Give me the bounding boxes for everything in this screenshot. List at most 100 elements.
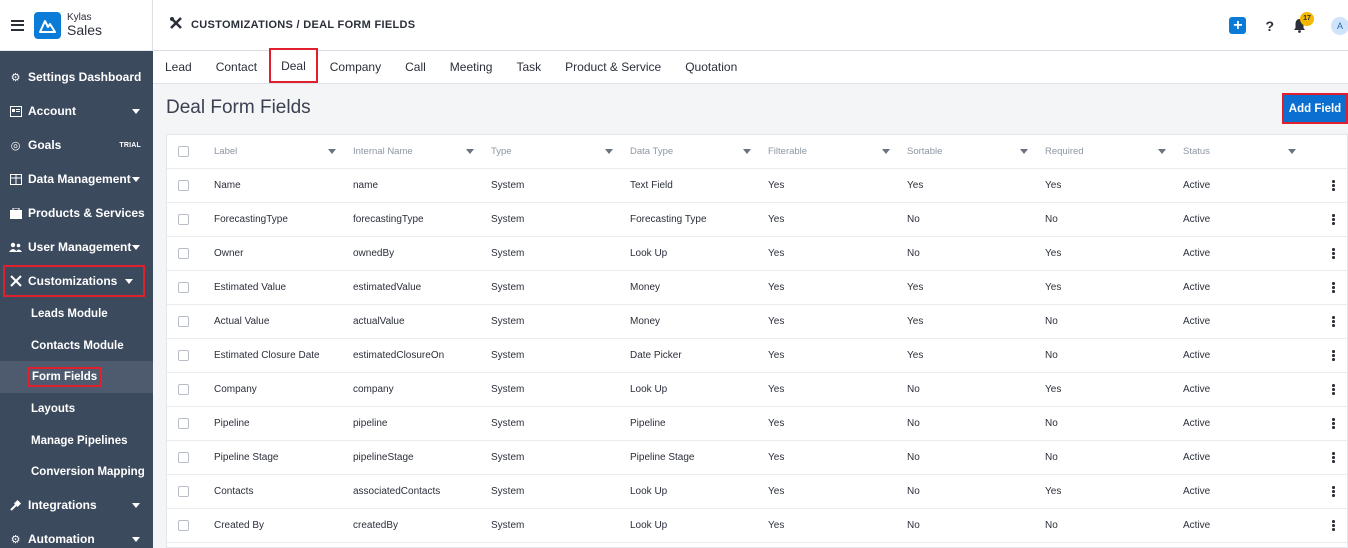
notifications-button[interactable]: 17	[1293, 11, 1314, 34]
tab-task[interactable]: Task	[504, 51, 553, 84]
tab-deal[interactable]: Deal	[269, 48, 318, 83]
row-checkbox[interactable]	[178, 214, 189, 225]
table-row[interactable]: Pipeline pipeline System Pipeline Yes No No Act…	[167, 407, 1347, 441]
cell-data-type: Text Field	[630, 180, 673, 191]
column-header-filterable[interactable]: Filterable	[768, 146, 907, 157]
row-checkbox[interactable]	[178, 486, 189, 497]
sidebar-item-label: Customizations	[28, 274, 118, 288]
tab-lead[interactable]: Lead	[153, 51, 204, 84]
row-checkbox[interactable]	[178, 452, 189, 463]
row-checkbox[interactable]	[178, 282, 189, 293]
sort-dropdown-icon[interactable]	[1158, 149, 1166, 154]
row-checkbox[interactable]	[178, 180, 189, 191]
avatar[interactable]: A	[1331, 16, 1348, 35]
cell-status: Active	[1183, 486, 1211, 497]
table-row[interactable]: Estimated Closure Date estimatedClosureOn…	[167, 339, 1347, 373]
cell-internal-name: company	[353, 384, 394, 395]
cell-label: Company	[214, 384, 257, 395]
column-header-sortable[interactable]: Sortable	[907, 146, 1045, 157]
row-actions-kebab-icon[interactable]	[1332, 384, 1335, 395]
column-header-status[interactable]: Status	[1183, 146, 1313, 157]
sidebar-subitem-contacts-module[interactable]: Contacts Module	[0, 330, 153, 362]
hamburger-menu-icon[interactable]	[11, 19, 24, 31]
table-row[interactable]: Contacts associatedContacts System Look Up Y…	[167, 475, 1347, 509]
column-header-required[interactable]: Required	[1045, 146, 1183, 157]
sidebar-subitem-leads-module[interactable]: Leads Module	[0, 298, 153, 330]
tab-quotation[interactable]: Quotation	[673, 51, 749, 84]
sort-dropdown-icon[interactable]	[743, 149, 751, 154]
table-row[interactable]: Owner ownedBy System Look Up Yes No Yes Active	[167, 237, 1347, 271]
sidebar-item-goals[interactable]: ◎ Goals TRIAL	[0, 128, 153, 162]
table-row[interactable]: Estimated Value estimatedValue System Money…	[167, 271, 1347, 305]
help-icon[interactable]: ?	[1265, 18, 1274, 34]
row-actions-kebab-icon[interactable]	[1332, 180, 1335, 191]
table-row[interactable]: Name name System Text Field Yes Yes Yes Active	[167, 169, 1347, 203]
row-actions-kebab-icon[interactable]	[1332, 452, 1335, 463]
tab-meeting[interactable]: Meeting	[438, 51, 505, 84]
row-checkbox[interactable]	[178, 384, 189, 395]
table-row[interactable]: Company company System Look Up Yes No Yes Activ…	[167, 373, 1347, 407]
table-row[interactable]: Pipeline Stage pipelineStage System Pipelin…	[167, 441, 1347, 475]
row-actions-kebab-icon[interactable]	[1332, 350, 1335, 361]
row-checkbox[interactable]	[178, 248, 189, 259]
tab-contact[interactable]: Contact	[204, 51, 269, 84]
row-actions-kebab-icon[interactable]	[1332, 248, 1335, 259]
sidebar-subitem-form-fields[interactable]: Form Fields	[0, 361, 153, 394]
sidebar-subitem-manage-pipelines[interactable]: Manage Pipelines	[0, 425, 153, 457]
table-row[interactable]: Created By createdBy System Look Up Yes No No A…	[167, 509, 1347, 543]
row-actions-kebab-icon[interactable]	[1332, 316, 1335, 327]
row-checkbox[interactable]	[178, 316, 189, 327]
cell-type: System	[491, 214, 525, 225]
quick-add-button[interactable]: +	[1229, 17, 1247, 34]
row-actions-kebab-icon[interactable]	[1332, 282, 1335, 293]
row-checkbox[interactable]	[178, 520, 189, 531]
row-checkbox[interactable]	[178, 418, 189, 429]
sort-dropdown-icon[interactable]	[466, 149, 474, 154]
sidebar-item-automation[interactable]: ⚙ Automation	[0, 522, 153, 548]
table-row[interactable]: Actual Value actualValue System Money Yes Yes…	[167, 305, 1347, 339]
table-row[interactable]: ForecastingType forecastingType System Fore…	[167, 203, 1347, 237]
sidebar-item-integrations[interactable]: Integrations	[0, 488, 153, 522]
sidebar-item-label: Settings Dashboard	[28, 70, 142, 84]
sidebar-subitem-layouts[interactable]: Layouts	[0, 393, 153, 425]
chevron-down-icon[interactable]	[132, 537, 140, 543]
sidebar-item-products-services[interactable]: Products & Services	[0, 196, 153, 230]
column-header-label[interactable]: Label	[214, 146, 353, 157]
column-header-type[interactable]: Type	[491, 146, 630, 157]
sort-dropdown-icon[interactable]	[882, 149, 890, 154]
chevron-down-icon[interactable]	[132, 245, 140, 250]
row-checkbox[interactable]	[178, 350, 189, 361]
sidebar-item-user-management[interactable]: User Management	[0, 230, 153, 264]
chevron-down-icon[interactable]	[132, 109, 140, 114]
cell-internal-name: ownedBy	[353, 248, 395, 259]
chevron-down-icon[interactable]	[125, 279, 133, 284]
chevron-down-icon[interactable]	[132, 503, 140, 509]
row-actions-kebab-icon[interactable]	[1332, 486, 1335, 497]
row-actions-kebab-icon[interactable]	[1332, 418, 1335, 429]
sidebar-item-customizations[interactable]: Customizations	[2, 264, 146, 298]
tab-product-service[interactable]: Product & Service	[553, 51, 673, 84]
cell-data-type: Pipeline	[630, 418, 666, 429]
sort-dropdown-icon[interactable]	[605, 149, 613, 154]
tab-call[interactable]: Call	[393, 51, 438, 84]
cell-sortable: No	[907, 384, 920, 395]
sort-dropdown-icon[interactable]	[328, 149, 336, 154]
column-header-internal-name[interactable]: Internal Name	[353, 146, 491, 157]
row-actions-kebab-icon[interactable]	[1332, 520, 1335, 531]
cell-internal-name: actualValue	[353, 316, 405, 327]
tab-company[interactable]: Company	[318, 51, 393, 84]
add-field-button[interactable]: Add Field	[1282, 93, 1348, 124]
select-all-checkbox[interactable]	[178, 146, 189, 157]
brand-product: Sales	[67, 21, 103, 38]
sidebar-subitem-conversion-mapping[interactable]: Conversion Mapping	[0, 456, 153, 488]
cell-type: System	[491, 180, 525, 191]
sidebar-item-account[interactable]: Account	[0, 94, 153, 128]
row-actions-kebab-icon[interactable]	[1332, 214, 1335, 225]
chevron-down-icon[interactable]	[132, 177, 140, 182]
column-header-data-type[interactable]: Data Type	[630, 146, 768, 157]
sort-dropdown-icon[interactable]	[1020, 149, 1028, 154]
cell-sortable: No	[907, 520, 920, 531]
sidebar-item-data-management[interactable]: Data Management	[0, 162, 153, 196]
sidebar-item-settings-dashboard[interactable]: ⚙ Settings Dashboard	[0, 60, 153, 94]
sort-dropdown-icon[interactable]	[1288, 149, 1296, 154]
